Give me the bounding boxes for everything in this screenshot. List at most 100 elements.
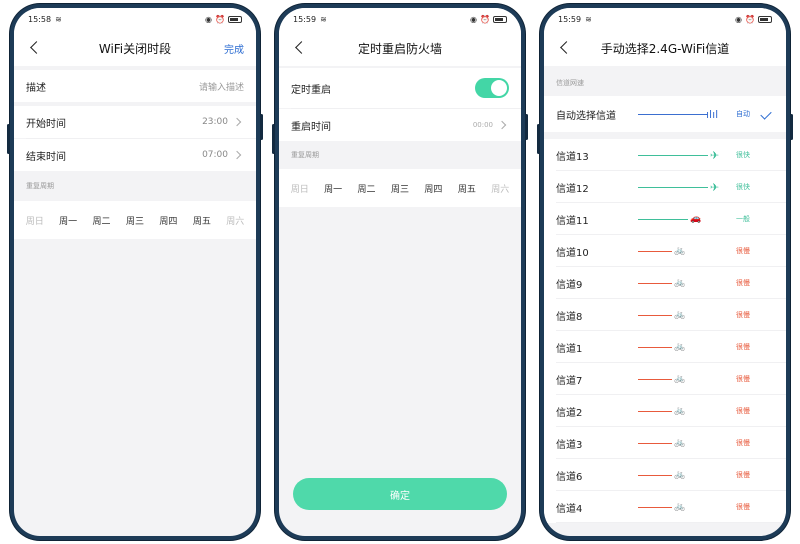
weekday-sunday[interactable]: 周日 [26, 214, 44, 227]
bicycle-icon: 🚲 [674, 310, 686, 320]
repeat-label: 重复周期 [26, 182, 54, 190]
channel-row[interactable]: 信道7 🚲 很慢 [544, 363, 786, 395]
channel-row[interactable]: 信道6 🚲 很慢 [544, 459, 786, 491]
channel-speed-label: 很慢 [736, 343, 750, 351]
done-button[interactable]: 完成 [224, 41, 244, 56]
signal-icon: ılıl [706, 107, 719, 121]
speed-bar [638, 506, 672, 508]
start-time-row[interactable]: 开始时间 23:00 [14, 106, 256, 138]
weekday-thursday[interactable]: 周四 [159, 214, 177, 227]
status-bar: 15:59 ≋ ◉ ⏰ [544, 8, 786, 30]
phone-frame-channel-select: 15:59 ≋ ◉ ⏰ 手动选择2.4G-WiFi信道 信道网速 自动选择信道 … [537, 4, 793, 540]
channel-row[interactable]: 信道1 🚲 很慢 [544, 331, 786, 363]
battery-icon [228, 15, 242, 23]
channel-speed-label: 很慢 [736, 247, 750, 255]
end-time-row[interactable]: 结束时间 07:00 [14, 139, 256, 171]
weekday-saturday[interactable]: 周六 [491, 182, 509, 195]
bicycle-icon: 🚲 [674, 406, 686, 416]
status-bar: 15:59 ≋ ◉ ⏰ [279, 8, 521, 30]
status-time: 15:59 [293, 14, 317, 24]
reboot-time-row[interactable]: 重启时间 00:00 [279, 109, 521, 141]
channel-name: 信道1 [556, 343, 583, 355]
auto-channel-row[interactable]: 自动选择信道 ılıl 自动 [544, 96, 786, 132]
page-title: WiFi关闭时段 [98, 41, 172, 56]
phone-frame-wifi-schedule: 15:58 ≋ ◉ ⏰ WiFi关闭时段 完成 描述 请输入描述 开始时间 23… [7, 4, 263, 540]
status-bar: 15:58 ≋ ◉ ⏰ [14, 8, 256, 30]
speed-bar [638, 154, 708, 156]
reboot-time-label: 重启时间 [291, 121, 331, 133]
channel-speed-label: 很慢 [736, 279, 750, 287]
start-time-value: 23:00 [202, 117, 228, 127]
weekday-saturday[interactable]: 周六 [226, 214, 244, 227]
speed-bar [638, 410, 672, 412]
description-input[interactable]: 请输入描述 [199, 80, 244, 93]
weekday-monday[interactable]: 周一 [59, 214, 77, 227]
toggle-knob [491, 80, 507, 96]
car-icon: 🚗 [690, 214, 702, 224]
nav-bar: WiFi关闭时段 完成 [14, 30, 256, 66]
nav-bar: 定时重启防火墙 [279, 30, 521, 66]
speed-bar [638, 314, 672, 316]
alarm-icon: ⏰ [215, 14, 225, 24]
back-icon[interactable] [291, 38, 311, 58]
channel-row[interactable]: 信道13 ✈ 很快 [544, 139, 786, 171]
bicycle-icon: 🚲 [674, 438, 686, 448]
channel-row[interactable]: 信道3 🚲 很慢 [544, 427, 786, 459]
divider [556, 522, 786, 523]
speed-bar [638, 250, 672, 252]
weekday-tuesday[interactable]: 周二 [358, 182, 376, 195]
channel-row[interactable]: 信道4 🚲 很慢 [544, 491, 786, 523]
weekday-wednesday[interactable]: 周三 [391, 182, 409, 195]
chevron-right-icon [232, 149, 244, 161]
channel-row[interactable]: 信道9 🚲 很慢 [544, 267, 786, 299]
channel-row[interactable]: 信道11 🚗 一般 [544, 203, 786, 235]
power-button [525, 114, 528, 140]
weekday-friday[interactable]: 周五 [458, 182, 476, 195]
weekday-monday[interactable]: 周一 [324, 182, 342, 195]
power-button [260, 114, 263, 140]
weekday-friday[interactable]: 周五 [193, 214, 211, 227]
battery-icon [493, 15, 507, 23]
channel-speed-label: 很快 [736, 183, 750, 191]
weekday-thursday[interactable]: 周四 [424, 182, 442, 195]
auto-channel-label: 自动选择信道 [556, 110, 616, 122]
bicycle-icon: 🚲 [674, 374, 686, 384]
screen-wifi-schedule: 15:58 ≋ ◉ ⏰ WiFi关闭时段 完成 描述 请输入描述 开始时间 23… [14, 8, 256, 536]
description-row[interactable]: 描述 请输入描述 [14, 70, 256, 102]
chevron-right-icon [232, 116, 244, 128]
page-title: 定时重启防火墙 [357, 41, 442, 56]
channel-row[interactable]: 信道12 ✈ 很快 [544, 171, 786, 203]
speed-bar [638, 282, 672, 284]
power-button [790, 114, 793, 140]
bicycle-icon: 🚲 [674, 278, 686, 288]
channel-name: 信道12 [556, 183, 589, 195]
channel-speed-label: 很快 [736, 151, 750, 159]
reboot-toggle-row: 定时重启 [279, 68, 521, 108]
channel-name: 信道8 [556, 311, 583, 323]
battery-icon [758, 15, 772, 23]
bicycle-icon: 🚲 [674, 502, 686, 512]
screen-channel-select: 15:59 ≋ ◉ ⏰ 手动选择2.4G-WiFi信道 信道网速 自动选择信道 … [544, 8, 786, 536]
channel-name: 信道10 [556, 247, 589, 259]
channel-speed-label: 很慢 [736, 407, 750, 415]
speed-bar [638, 218, 688, 220]
channel-speed-label: 一般 [736, 215, 750, 223]
speed-bar [638, 378, 672, 380]
confirm-button[interactable]: 确定 [293, 478, 507, 510]
end-time-label: 结束时间 [26, 151, 66, 163]
channel-row[interactable]: 信道8 🚲 很慢 [544, 299, 786, 331]
weekday-wednesday[interactable]: 周三 [126, 214, 144, 227]
back-icon[interactable] [26, 38, 46, 58]
back-icon[interactable] [556, 38, 576, 58]
weekday-tuesday[interactable]: 周二 [93, 214, 111, 227]
bicycle-icon: 🚲 [674, 342, 686, 352]
bicycle-icon: 🚲 [674, 246, 686, 256]
channel-row[interactable]: 信道10 🚲 很慢 [544, 235, 786, 267]
reboot-toggle[interactable] [475, 78, 509, 98]
volume-button [537, 124, 540, 154]
channel-row[interactable]: 信道2 🚲 很慢 [544, 395, 786, 427]
channel-name: 信道2 [556, 407, 583, 419]
channel-name: 信道13 [556, 151, 589, 163]
weekday-sunday[interactable]: 周日 [291, 182, 309, 195]
page-title: 手动选择2.4G-WiFi信道 [600, 41, 730, 56]
